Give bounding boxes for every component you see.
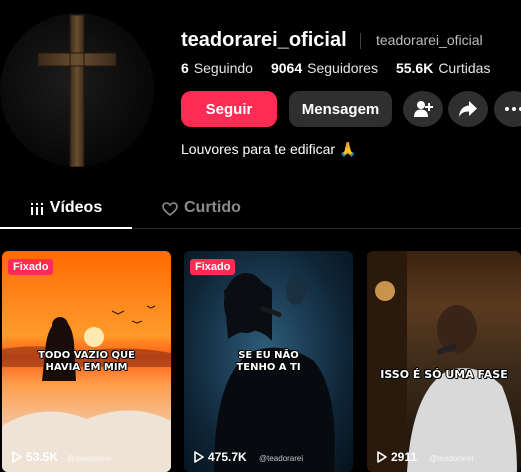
cross-icon — [37, 14, 117, 167]
caption-line: HAVIA EM MIM — [45, 362, 128, 373]
watermark: @teadorarei — [259, 454, 304, 463]
video-card[interactable]: Fixado TODO VAZIO QUE HAVIA EM MIM 53.5K… — [2, 251, 171, 472]
profile-avatar[interactable] — [0, 13, 154, 167]
stat-followers[interactable]: 9064 Seguidores — [271, 60, 378, 76]
video-card[interactable]: Fixado SE EU NÃO TENHO A TI 475.7K @tead… — [184, 251, 353, 472]
views-count: 53.5K — [26, 450, 59, 464]
video-caption: SE EU NÃO TENHO A TI — [184, 350, 353, 374]
video-caption: TODO VAZIO QUE HAVIA EM MIM — [2, 350, 171, 374]
play-icon — [377, 451, 387, 463]
preacher-thumbnail — [367, 251, 517, 472]
tab-liked-label: Curtido — [184, 199, 241, 216]
title-separator — [360, 33, 361, 49]
play-icon — [12, 451, 22, 463]
followers-count: 9064 — [270, 60, 303, 76]
following-count: 6 — [181, 60, 189, 76]
add-user-icon — [414, 101, 433, 117]
play-icon — [194, 451, 204, 463]
caption-line: TODO VAZIO QUE — [38, 350, 135, 361]
views-count: 475.7K — [208, 450, 247, 464]
grid-icon — [30, 203, 43, 215]
profile-username: teadorarei_oficial — [181, 29, 347, 51]
pinned-badge: Fixado — [8, 259, 54, 275]
pinned-badge: Fixado — [190, 259, 236, 275]
watermark: @teadorarei — [67, 454, 112, 463]
message-button[interactable]: Mensagem — [289, 91, 392, 127]
heart-outline-icon — [162, 202, 178, 216]
tab-videos-label: Vídeos — [49, 199, 103, 216]
video-views: 475.7K — [194, 450, 247, 464]
following-label: Seguindo — [193, 60, 253, 76]
video-caption: ISSO É SÓ UMA FASE — [367, 369, 521, 381]
caption-line: TENHO A TI — [236, 362, 301, 373]
video-views: 53.5K — [12, 450, 58, 464]
caption-line: ISSO É SÓ UMA FASE — [380, 368, 508, 381]
video-views: 2911 — [377, 450, 417, 464]
likes-label: Curtidas — [438, 60, 491, 76]
stat-likes: 55.6K Curtidas — [396, 60, 491, 76]
stat-following[interactable]: 6 Seguindo — [181, 60, 253, 76]
profile-tabs: Vídeos Curtido — [0, 195, 521, 229]
more-icon — [505, 107, 521, 111]
share-button[interactable] — [448, 91, 488, 127]
video-card[interactable]: ISSO É SÓ UMA FASE 2911 @teadorarei — [367, 251, 521, 472]
caption-line: SE EU NÃO — [238, 350, 299, 361]
follow-button[interactable]: Seguir — [181, 91, 277, 127]
followers-label: Seguidores — [307, 60, 378, 76]
more-options-button[interactable] — [494, 91, 521, 127]
profile-nickname: teadorarei_oficial — [376, 32, 483, 48]
tab-liked[interactable]: Curtido — [162, 195, 241, 229]
watermark: @teadorarei — [429, 454, 474, 463]
add-friend-button[interactable] — [403, 91, 443, 127]
views-count: 2911 — [391, 450, 418, 464]
likes-count: 55.6K — [395, 60, 434, 76]
share-icon — [459, 101, 477, 117]
profile-stats: 6 Seguindo 9064 Seguidores 55.6K Curtidas — [181, 60, 490, 76]
profile-bio: Louvores para te edificar 🙏 — [181, 141, 357, 157]
tab-videos[interactable]: Vídeos — [0, 195, 132, 229]
